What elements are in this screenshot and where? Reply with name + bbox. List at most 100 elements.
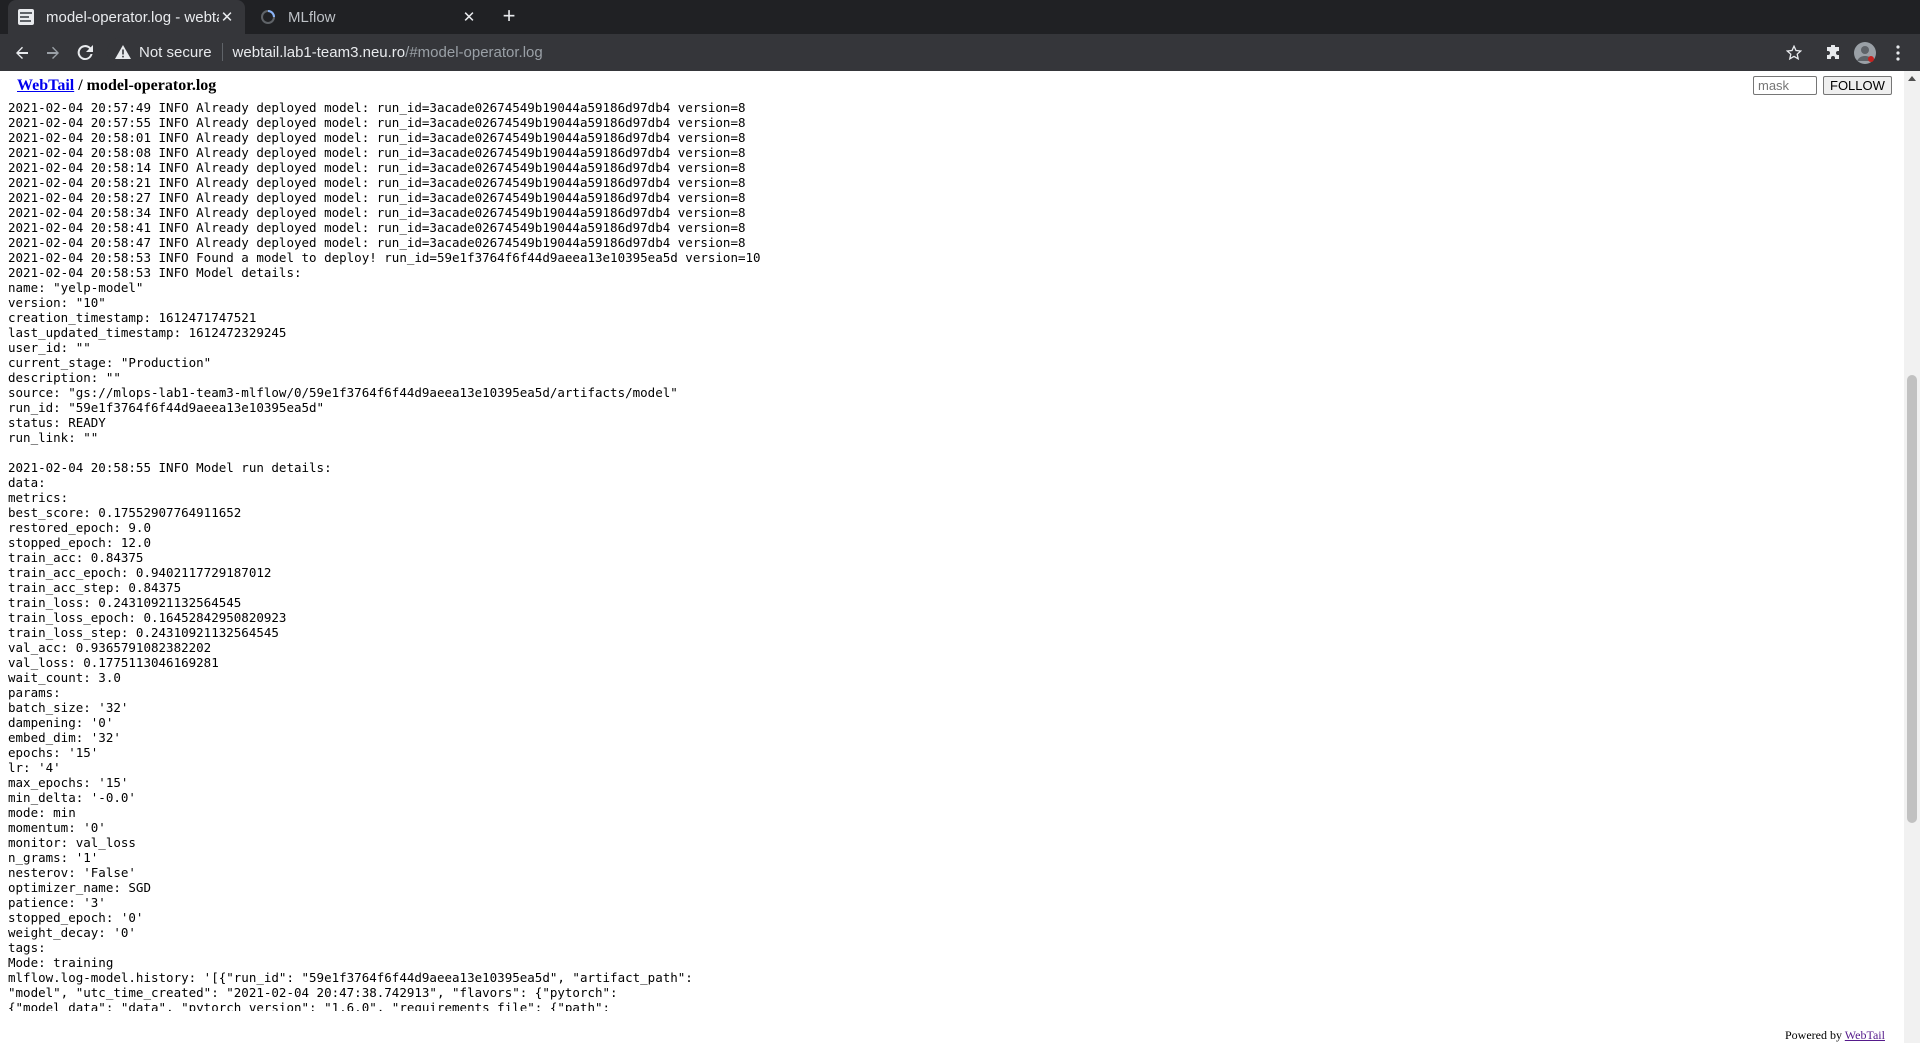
log-line: train_acc: 0.84375	[8, 550, 144, 565]
security-indicator[interactable]: Not secure	[115, 44, 212, 61]
tab-strip: model-operator.log - webtail ✕ MLflow ✕ …	[0, 0, 1920, 34]
tab-model-operator-log[interactable]: model-operator.log - webtail ✕	[8, 0, 245, 34]
tab-mlflow[interactable]: MLflow ✕	[250, 0, 487, 34]
forward-arrow-icon[interactable]	[39, 39, 67, 67]
log-line: train_loss_step: 0.24310921132564545	[8, 625, 279, 640]
log-line: creation_timestamp: 1612471747521	[8, 310, 257, 325]
log-line: status: READY	[8, 415, 106, 430]
log-line: val_loss: 0.1775113046169281	[8, 655, 219, 670]
scroll-up-arrow-icon[interactable]	[1908, 76, 1916, 81]
log-line: 2021-02-04 20:58:01 INFO Already deploye…	[8, 130, 746, 145]
log-line: data:	[8, 475, 46, 490]
tab-title: model-operator.log - webtail	[46, 8, 219, 26]
log-line: 2021-02-04 20:57:55 INFO Already deploye…	[8, 115, 746, 130]
url-host: webtail.lab1-team3.neu.ro	[232, 43, 406, 61]
log-line: stopped_epoch: 12.0	[8, 535, 151, 550]
log-line: patience: '3'	[8, 895, 106, 910]
url-path: /#model-operator.log	[405, 43, 543, 61]
log-line: min_delta: '-0.0'	[8, 790, 136, 805]
log-line: train_acc_epoch: 0.9402117729187012	[8, 565, 272, 580]
footer-prefix: Powered by	[1785, 1028, 1845, 1042]
log-line: max_epochs: '15'	[8, 775, 129, 790]
extensions-puzzle-icon[interactable]	[1819, 39, 1847, 67]
log-line: 2021-02-04 20:58:14 INFO Already deploye…	[8, 160, 746, 175]
close-tab-icon[interactable]: ✕	[219, 8, 235, 26]
log-line: 2021-02-04 20:58:21 INFO Already deploye…	[8, 175, 746, 190]
log-line: metrics:	[8, 490, 69, 505]
log-line: train_loss_epoch: 0.16452842950820923	[8, 610, 287, 625]
back-arrow-icon[interactable]	[8, 39, 36, 67]
log-line: user_id: ""	[8, 340, 91, 355]
log-line: train_loss: 0.24310921132564545	[8, 595, 242, 610]
powered-by-footer: Powered by WebTail	[1785, 1028, 1885, 1043]
browser-menu-icon[interactable]	[1884, 39, 1912, 67]
log-line: nesterov: 'False'	[8, 865, 136, 880]
browser-toolbar: Not secure webtail.lab1-team3.neu.ro/#mo…	[0, 34, 1920, 71]
log-line: restored_epoch: 9.0	[8, 520, 151, 535]
log-line: lr: '4'	[8, 760, 61, 775]
log-line: name: "yelp-model"	[8, 280, 144, 295]
log-line: n_grams: '1'	[8, 850, 99, 865]
log-line: description: ""	[8, 370, 121, 385]
log-line: mode: min	[8, 805, 76, 820]
log-line: 2021-02-04 20:58:34 INFO Already deploye…	[8, 205, 746, 220]
log-line: 2021-02-04 20:58:53 INFO Found a model t…	[8, 250, 761, 265]
tab-title: MLflow	[288, 8, 336, 26]
loading-spinner-icon	[260, 9, 276, 25]
log-output: 2021-02-04 20:57:49 INFO Already deploye…	[8, 100, 1898, 1011]
new-tab-icon[interactable]: +	[496, 4, 522, 30]
log-line: "model", "utc_time_created": "2021-02-04…	[8, 985, 618, 1000]
webtail-home-link[interactable]: WebTail	[17, 77, 74, 94]
log-line: optimizer_name: SGD	[8, 880, 151, 895]
log-line: epochs: '15'	[8, 745, 99, 760]
log-line: embed_dim: '32'	[8, 730, 121, 745]
webtail-favicon-icon	[18, 9, 34, 25]
log-line: val_acc: 0.9365791082382202	[8, 640, 212, 655]
log-line: source: "gs://mlops-lab1-team3-mlflow/0/…	[8, 385, 678, 400]
log-line: momentum: '0'	[8, 820, 106, 835]
log-line: 2021-02-04 20:57:49 INFO Already deploye…	[8, 100, 746, 115]
log-line: best_score: 0.17552907764911652	[8, 505, 242, 520]
webtail-page: WebTail / model-operator.log FOLLOW 2021…	[0, 71, 1920, 1043]
profile-avatar[interactable]	[1851, 39, 1879, 67]
log-line: run_id: "59e1f3764f6f44d9aeea13e10395ea5…	[8, 400, 325, 415]
log-line: 2021-02-04 20:58:08 INFO Already deploye…	[8, 145, 746, 160]
security-label: Not secure	[139, 43, 212, 61]
webtail-header: WebTail / model-operator.log FOLLOW	[0, 71, 1904, 101]
follow-button[interactable]: FOLLOW	[1823, 76, 1892, 95]
log-line: train_acc_step: 0.84375	[8, 580, 182, 595]
log-line: 2021-02-04 20:58:53 INFO Model details:	[8, 265, 302, 280]
log-line: tags:	[8, 940, 46, 955]
mask-input[interactable]	[1753, 76, 1817, 95]
omnibox-divider	[221, 43, 223, 61]
page-scrollbar[interactable]	[1904, 71, 1920, 1043]
log-line: weight_decay: '0'	[8, 925, 136, 940]
log-line: batch_size: '32'	[8, 700, 129, 715]
log-line: mlflow.log-model.history: '[{"run_id": "…	[8, 970, 693, 985]
log-line: version: "10"	[8, 295, 106, 310]
address-bar[interactable]: Not secure webtail.lab1-team3.neu.ro/#mo…	[107, 37, 1797, 67]
log-file-name: model-operator.log	[86, 77, 217, 94]
log-line: dampening: '0'	[8, 715, 114, 730]
log-line: 2021-02-04 20:58:55 INFO Model run detai…	[8, 460, 332, 475]
log-line: 2021-02-04 20:58:41 INFO Already deploye…	[8, 220, 746, 235]
log-line: 2021-02-04 20:58:47 INFO Already deploye…	[8, 235, 746, 250]
log-line: Mode: training	[8, 955, 114, 970]
log-line: last_updated_timestamp: 1612472329245	[8, 325, 287, 340]
reload-icon[interactable]	[71, 39, 99, 67]
log-line: {"model_data": "data", "pytorch_version"…	[8, 1000, 611, 1011]
footer-webtail-link[interactable]: WebTail	[1845, 1028, 1885, 1042]
scrollbar-thumb[interactable]	[1907, 375, 1917, 823]
log-line: monitor: val_loss	[8, 835, 136, 850]
bookmark-star-icon[interactable]	[1780, 39, 1808, 67]
warning-triangle-icon	[115, 45, 131, 59]
log-line: current_stage: "Production"	[8, 355, 212, 370]
breadcrumb-separator: /	[74, 77, 87, 94]
log-line: stopped_epoch: '0'	[8, 910, 144, 925]
log-line: run_link: ""	[8, 430, 99, 445]
breadcrumb: WebTail / model-operator.log	[17, 77, 216, 95]
close-tab-icon[interactable]: ✕	[461, 8, 477, 26]
log-line: wait_count: 3.0	[8, 670, 121, 685]
log-line: 2021-02-04 20:58:27 INFO Already deploye…	[8, 190, 746, 205]
